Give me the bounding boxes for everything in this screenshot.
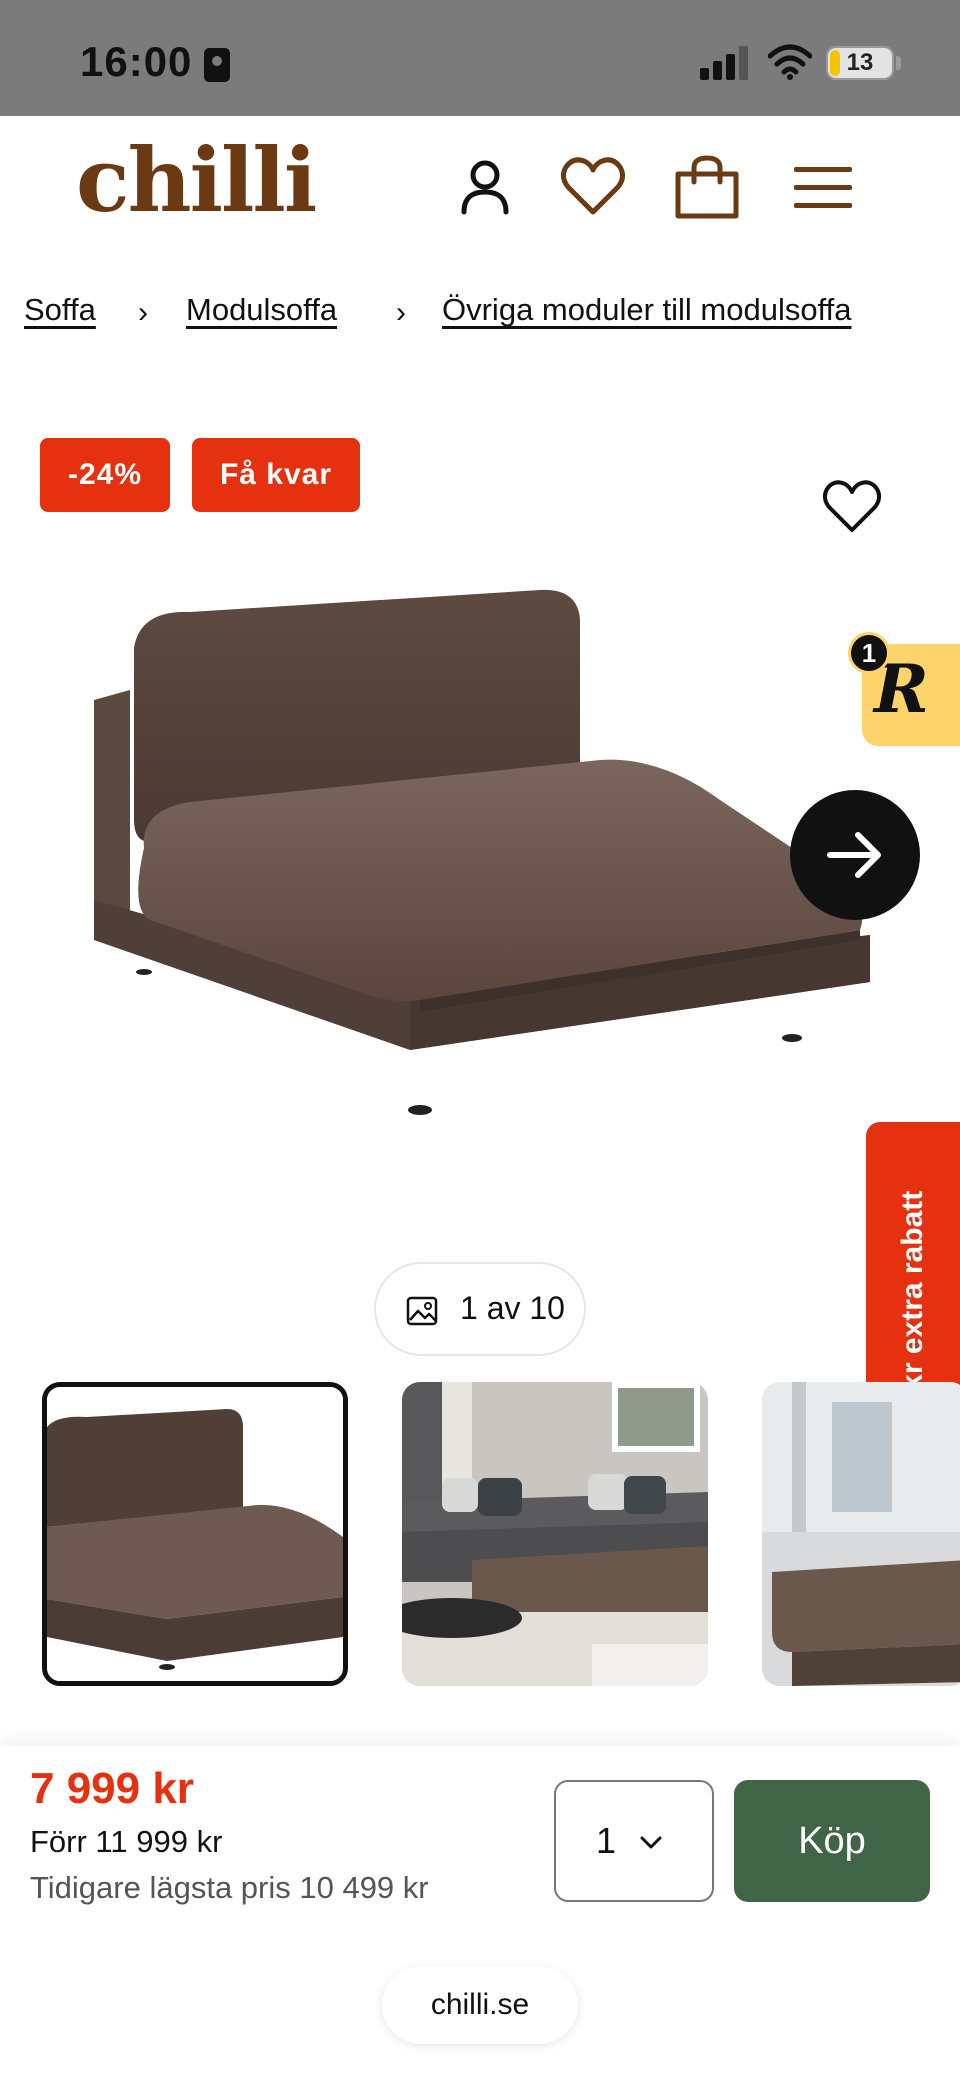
next-image-button[interactable] [790,790,920,920]
id-card-icon [204,48,230,82]
chevron-down-icon [640,1836,662,1849]
account-icon[interactable] [450,152,520,222]
low-stock-badge: Få kvar [192,438,360,512]
image-icon [406,1296,438,1326]
wifi-icon [768,44,812,80]
discount-badge: -24% [40,438,170,512]
product-image[interactable] [80,580,880,1120]
heart-icon[interactable] [558,152,628,222]
reviews-count-badge: 1 [848,632,890,674]
quantity-select[interactable]: 1 [554,1780,714,1902]
quantity-value: 1 [596,1820,617,1861]
status-bar: 16:00 13 [0,0,960,116]
battery-icon: 13 [826,46,894,80]
thumbnail-1[interactable] [42,1382,348,1686]
browser-url[interactable]: chilli.se [382,1966,578,2044]
lowest-price-note: Tidigare lägsta pris 10 499 kr [30,1870,429,1905]
breadcrumb-separator: › [396,296,406,329]
menu-icon[interactable] [788,152,858,222]
status-time: 16:00 [80,38,193,85]
battery-level: 13 [846,49,874,76]
gallery-counter[interactable]: 1 av 10 [374,1262,586,1356]
signal-icon [700,46,750,80]
wishlist-heart-icon[interactable] [820,476,884,536]
logo[interactable]: chilli [76,136,317,224]
previous-price: Förr 11 999 kr [30,1824,223,1859]
cart-icon[interactable] [672,152,742,222]
current-price: 7 999 kr [30,1764,194,1813]
thumbnail-2[interactable] [402,1382,708,1686]
arrow-right-icon [827,832,881,878]
gallery-counter-text: 1 av 10 [460,1290,565,1326]
breadcrumb-item-soffa[interactable]: Soffa [24,292,96,328]
breadcrumb-item-modulsoffa[interactable]: Modulsoffa [186,292,337,328]
breadcrumb-separator: › [138,296,148,329]
breadcrumb-item-ovriga-moduler[interactable]: Övriga moduler till modulsoffa [442,292,852,328]
thumbnail-3[interactable] [762,1382,960,1686]
buy-button[interactable]: Köp [734,1780,930,1902]
